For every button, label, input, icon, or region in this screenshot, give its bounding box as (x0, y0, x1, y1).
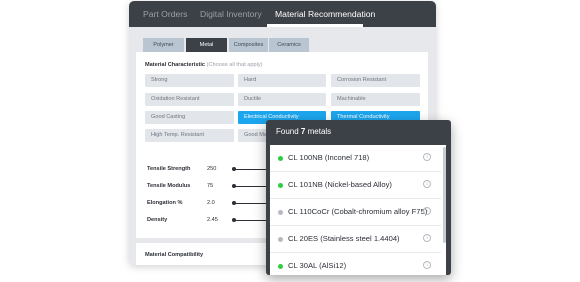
info-icon[interactable]: i (423, 207, 431, 215)
tab-composites[interactable]: Composites (229, 38, 268, 52)
option-good-casting[interactable]: Good Casting (145, 111, 234, 124)
compatibility-title: Material Compatibility (145, 252, 204, 258)
property-value: 2.45 (207, 217, 218, 223)
option-high-temp-resistant[interactable]: High Temp. Resistant (145, 129, 234, 142)
list-item[interactable]: CL 100NB (Inconel 718) i (270, 145, 441, 172)
active-tab-indicator (267, 24, 363, 27)
option-oxidation-resistant[interactable]: Oxidation Resistant (145, 93, 234, 106)
status-dot (278, 156, 283, 161)
results-popup: Found 7 metals CL 100NB (Inconel 718) i … (266, 120, 451, 275)
property-label: Density (147, 217, 168, 223)
slider-handle[interactable] (232, 167, 236, 171)
results-list: CL 100NB (Inconel 718) i CL 101NB (Nicke… (270, 145, 446, 275)
list-item[interactable]: CL 110CoCr (Cobalt-chromium alloy F75) i (270, 199, 441, 226)
property-value: 250 (207, 166, 217, 172)
property-value: 75 (207, 183, 214, 189)
slider-handle[interactable] (232, 201, 236, 205)
list-item[interactable]: CL 20ES (Stainless steel 1.4404) i (270, 226, 441, 253)
list-item[interactable]: CL 101NB (Nickel-based Alloy) i (270, 172, 441, 199)
list-item[interactable]: CL 30AL (AlSi12) i (270, 253, 441, 275)
material-name: CL 20ES (Stainless steel 1.4404) (288, 234, 400, 243)
option-strong[interactable]: Strong (145, 74, 234, 87)
info-icon[interactable]: i (423, 153, 431, 161)
results-prefix: Found (276, 127, 299, 136)
info-icon[interactable]: i (423, 234, 431, 242)
characteristic-title: Material Characteristic (145, 62, 206, 68)
characteristic-hint: (Choose all that apply) (206, 62, 263, 68)
option-machinable[interactable]: Machinable (331, 93, 420, 106)
status-dot (278, 210, 283, 215)
material-name: CL 100NB (Inconel 718) (288, 153, 370, 162)
tab-metal[interactable]: Metal (186, 38, 227, 52)
results-count: 7 (300, 127, 306, 136)
slider-handle[interactable] (232, 184, 236, 188)
info-icon[interactable]: i (423, 180, 431, 188)
tab-digital-inventory[interactable]: Digital Inventory (200, 9, 262, 19)
screen: Part Orders Digital Inventory Material R… (0, 0, 580, 282)
option-hard[interactable]: Hard (238, 74, 326, 87)
tab-material-recommendation[interactable]: Material Recommendation (275, 9, 375, 19)
tab-ceramics[interactable]: Ceramics (269, 38, 309, 52)
characteristic-heading: Material Characteristic (Choose all that… (145, 62, 263, 68)
tab-polymer[interactable]: Polymer (143, 38, 184, 52)
status-dot (278, 237, 283, 242)
property-label: Tensile Strength (147, 166, 191, 172)
slider-handle[interactable] (232, 218, 236, 222)
tab-part-orders[interactable]: Part Orders (143, 9, 187, 19)
top-navigation: Part Orders Digital Inventory Material R… (129, 1, 436, 27)
material-name: CL 101NB (Nickel-based Alloy) (288, 180, 392, 189)
results-suffix: metals (307, 127, 332, 136)
option-ductile[interactable]: Ductile (238, 93, 326, 106)
status-dot (278, 183, 283, 188)
property-value: 2.0 (207, 200, 215, 206)
status-dot (278, 264, 283, 269)
material-name: CL 110CoCr (Cobalt-chromium alloy F75) (288, 207, 428, 216)
results-heading: Found 7 metals (276, 127, 331, 136)
property-label: Elongation % (147, 200, 183, 206)
option-corrosion-resistant[interactable]: Corrosion Resistant (331, 74, 420, 87)
property-label: Tensile Modulus (147, 183, 191, 189)
material-name: CL 30AL (AlSi12) (288, 261, 347, 270)
scrollbar[interactable] (443, 147, 446, 243)
info-icon[interactable]: i (423, 261, 431, 269)
